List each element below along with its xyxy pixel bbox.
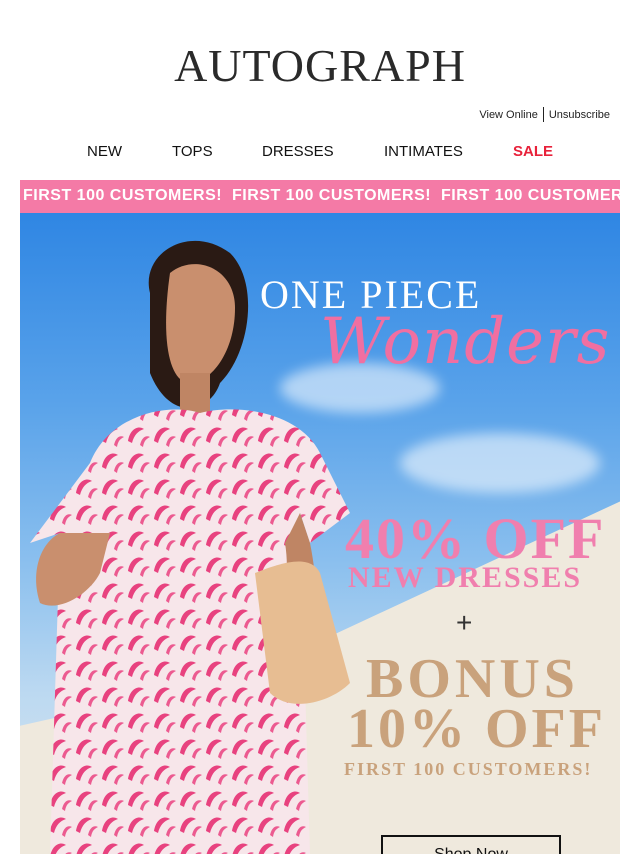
ticker-text: FIRST 100 CUSTOMERS! xyxy=(23,187,223,204)
view-online-link[interactable]: View Online xyxy=(479,109,538,121)
main-nav: NEW TOPS DRESSES INTIMATES SALE xyxy=(0,143,640,161)
promo-ticker[interactable]: FIRST 100 CUSTOMERS! FIRST 100 CUSTOMERS… xyxy=(20,180,620,213)
nav-item-sale[interactable]: SALE xyxy=(513,143,553,160)
nav-item-tops[interactable]: TOPS xyxy=(172,143,213,160)
bonus-percent: 10% OFF xyxy=(347,698,606,760)
headline-wonders: Wonders xyxy=(320,305,611,379)
ticker-text: FIRST 100 CUSTOMERS! xyxy=(441,187,620,204)
shop-now-button[interactable]: Shop Now xyxy=(381,835,561,854)
unsubscribe-link[interactable]: Unsubscribe xyxy=(549,109,610,121)
hero-banner[interactable]: ONE PIECE Wonders 40% OFF NEW DRESSES + … xyxy=(20,213,620,854)
divider xyxy=(542,107,544,122)
bonus-condition: FIRST 100 CUSTOMERS! xyxy=(344,759,593,779)
nav-item-dresses[interactable]: DRESSES xyxy=(262,143,334,160)
plus-sign: + xyxy=(456,607,473,638)
offer-subtitle: NEW DRESSES xyxy=(348,561,583,594)
cloud-decoration xyxy=(400,433,600,493)
nav-item-intimates[interactable]: INTIMATES xyxy=(384,143,463,160)
utility-links: View Online Unsubscribe xyxy=(479,107,610,122)
nav-item-new[interactable]: NEW xyxy=(87,143,122,160)
brand-logo[interactable]: AUTOGRAPH xyxy=(0,38,640,94)
ticker-text: FIRST 100 CUSTOMERS! xyxy=(232,187,432,204)
